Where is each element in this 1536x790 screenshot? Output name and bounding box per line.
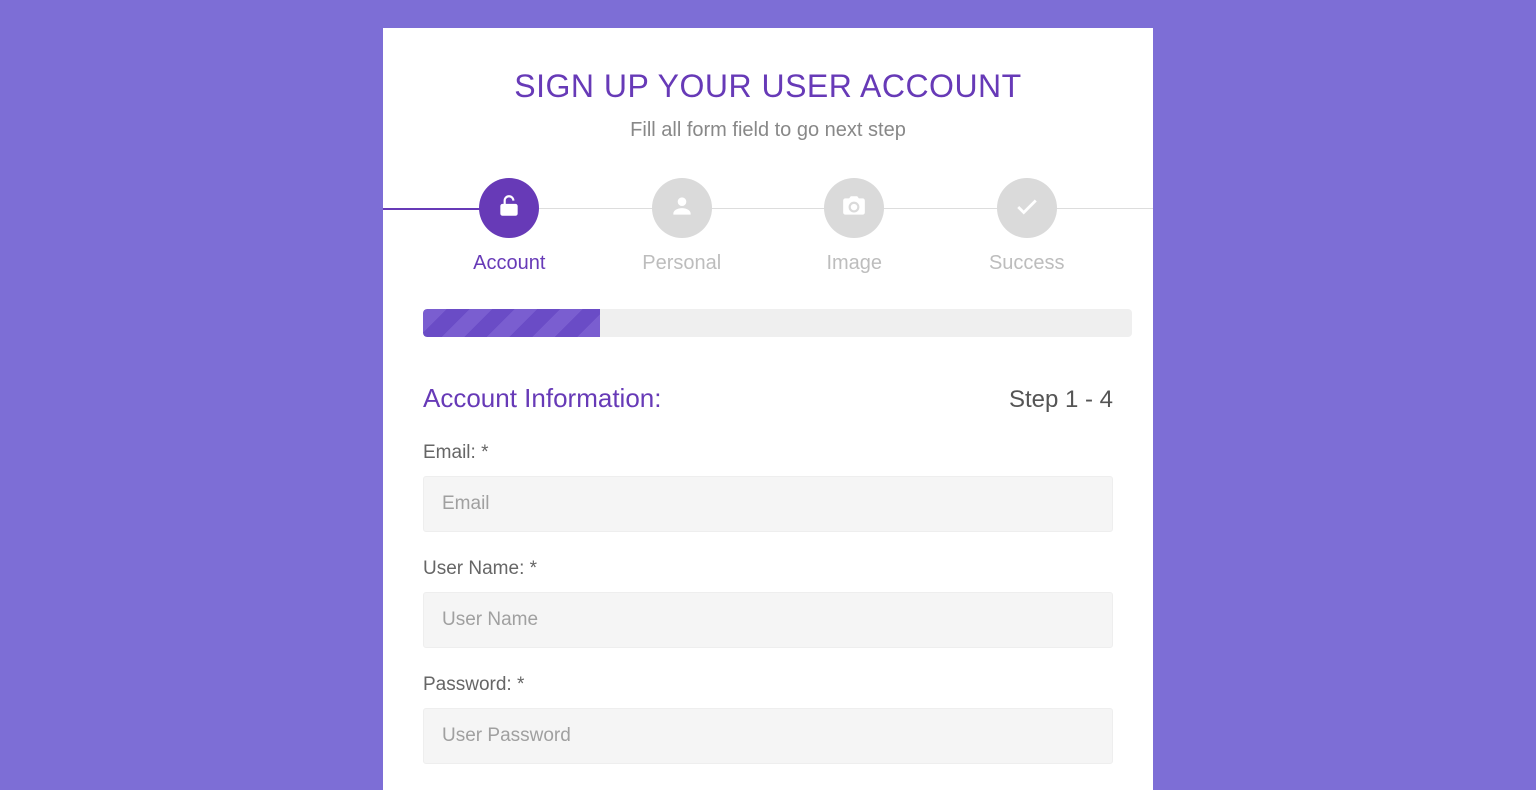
step-label: Image xyxy=(826,252,882,275)
email-label: Email: * xyxy=(423,442,1113,464)
section-title: Account Information: xyxy=(423,383,661,414)
username-label: User Name: * xyxy=(423,558,1113,580)
step-personal[interactable]: Personal xyxy=(596,178,769,275)
password-label: Password: * xyxy=(423,674,1113,696)
camera-icon xyxy=(841,193,867,224)
username-input[interactable] xyxy=(423,592,1113,648)
step-label: Personal xyxy=(642,252,721,275)
check-icon xyxy=(1014,193,1040,224)
signup-card: SIGN UP YOUR USER ACCOUNT Fill all form … xyxy=(383,28,1153,790)
step-account[interactable]: Account xyxy=(423,178,596,275)
field-email: Email: * xyxy=(423,442,1113,532)
field-password: Password: * xyxy=(423,674,1113,764)
step-indicator: Account Personal Image xyxy=(423,178,1113,275)
step-success[interactable]: Success xyxy=(941,178,1114,275)
step-label: Success xyxy=(989,252,1065,275)
step-circle xyxy=(997,178,1057,238)
progress-fill xyxy=(423,309,600,337)
password-input[interactable] xyxy=(423,708,1113,764)
step-circle xyxy=(652,178,712,238)
step-label: Account xyxy=(473,252,545,275)
section-header: Account Information: Step 1 - 4 xyxy=(423,383,1113,414)
lock-open-icon xyxy=(496,193,522,224)
step-circle xyxy=(479,178,539,238)
email-input[interactable] xyxy=(423,476,1113,532)
page-title: SIGN UP YOUR USER ACCOUNT xyxy=(423,68,1113,105)
user-icon xyxy=(669,193,695,224)
page-subtitle: Fill all form field to go next step xyxy=(423,119,1113,142)
step-image[interactable]: Image xyxy=(768,178,941,275)
progress-bar xyxy=(423,309,1132,337)
step-circle xyxy=(824,178,884,238)
step-count: Step 1 - 4 xyxy=(1009,386,1113,414)
field-username: User Name: * xyxy=(423,558,1113,648)
